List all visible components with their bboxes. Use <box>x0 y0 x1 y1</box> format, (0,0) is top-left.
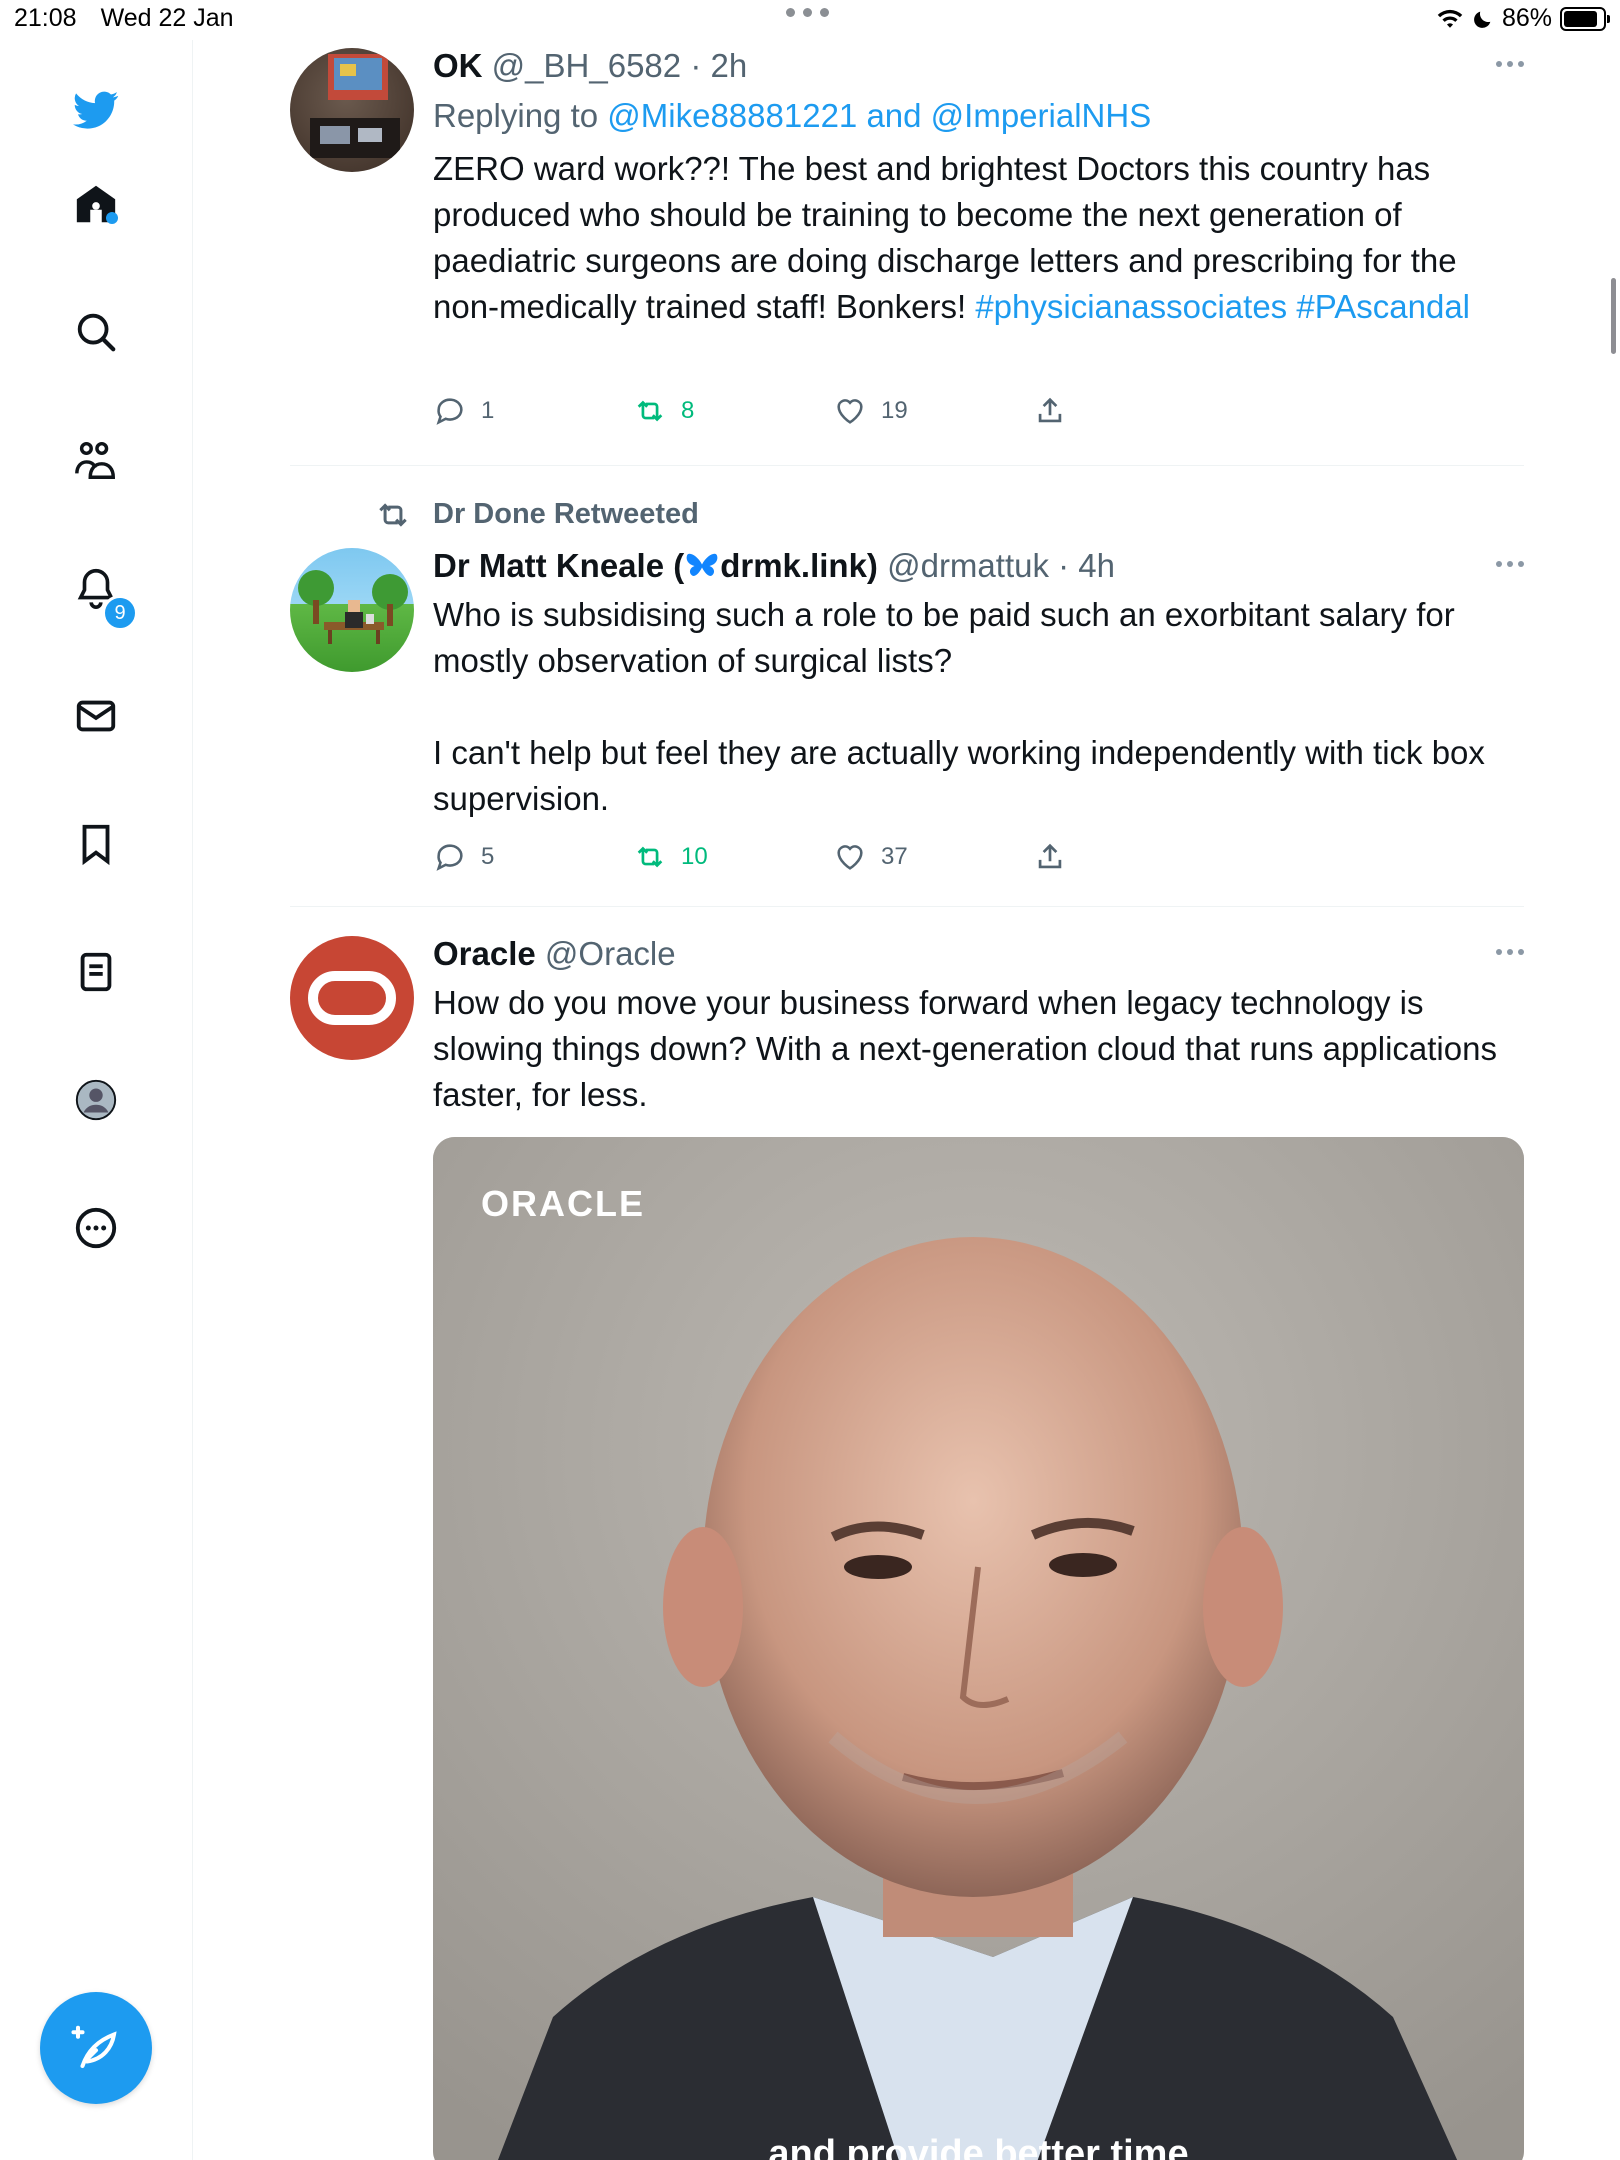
retweet-button[interactable]: 8 <box>633 394 694 428</box>
tweet-actions: 1 8 19 <box>433 394 1133 434</box>
tweet-ok[interactable]: OK @_BH_6582 · 2h Replying to @Mike88881… <box>290 44 1524 444</box>
tweet-text: How do you move your business forward wh… <box>433 984 1497 1113</box>
video-caption: and provide better time <box>768 2133 1189 2160</box>
share-button[interactable] <box>1033 394 1067 428</box>
tweet-more-icon[interactable] <box>1484 554 1524 574</box>
tweet-text: ZERO ward work??! The best and brightest… <box>433 146 1524 330</box>
hashtag-link[interactable]: #PAscandal <box>1296 288 1470 325</box>
tweet-divider <box>290 465 1524 466</box>
reply-icon <box>436 844 463 871</box>
video-oracle-logo: ORACLE <box>481 1183 645 1224</box>
retweet-icon <box>637 400 663 422</box>
like-button[interactable]: 37 <box>833 840 908 874</box>
reply-button[interactable]: 1 <box>433 394 494 428</box>
status-bar: 21:08 Wed 22 Jan 86% <box>0 0 1620 40</box>
notification-badge: 9 <box>102 595 138 631</box>
replying-to-line: Replying to @Mike88881221 and @ImperialN… <box>433 94 1524 138</box>
tweet-actions: 5 10 37 <box>433 840 1133 880</box>
messages-envelope-icon[interactable] <box>70 690 122 742</box>
heart-icon <box>837 399 863 424</box>
sidebar: 9 <box>0 40 193 2160</box>
heart-icon <box>837 845 863 870</box>
retweet-icon <box>637 846 663 868</box>
compose-tweet-button[interactable] <box>40 1992 152 2104</box>
share-icon <box>1038 397 1062 423</box>
tweet-video[interactable]: ORACLE and provide better time <box>433 1137 1524 2160</box>
retweeted-by-label[interactable]: Dr Done Retweeted <box>433 494 699 534</box>
replying-to-prefix: Replying to <box>433 97 599 134</box>
battery-icon <box>1560 6 1610 31</box>
battery-percent: 86% <box>1501 4 1552 32</box>
tweet-author-handle[interactable]: @_BH_6582 <box>492 47 681 84</box>
share-button[interactable] <box>1033 840 1067 874</box>
tweet-author-handle[interactable]: @Oracle <box>545 935 676 972</box>
tweet-more-icon[interactable] <box>1484 54 1524 74</box>
wifi-icon <box>1437 9 1463 28</box>
tweet-author-name[interactable]: Dr Matt Kneale (drmk.link) <box>433 547 878 584</box>
more-options-icon[interactable] <box>70 1202 122 1254</box>
butterfly-icon <box>686 553 718 576</box>
status-time: 21:08 <box>14 4 77 32</box>
scroll-indicator[interactable] <box>1611 278 1616 354</box>
twitter-logo-icon[interactable] <box>70 84 122 136</box>
like-button[interactable]: 19 <box>833 394 908 428</box>
avatar[interactable] <box>290 48 414 172</box>
compose-feather-icon <box>71 2025 117 2069</box>
status-date: Wed 22 Jan <box>100 4 234 32</box>
lists-icon[interactable] <box>70 946 122 998</box>
tweet-author-name[interactable]: OK <box>433 47 483 84</box>
bookmark-icon[interactable] <box>70 818 122 870</box>
tweet-time[interactable]: · 4h <box>1058 547 1115 584</box>
like-count: 37 <box>881 843 908 870</box>
tweet-author-name[interactable]: Oracle <box>433 935 536 972</box>
share-icon <box>1038 843 1062 869</box>
retweeted-icon <box>379 503 407 527</box>
hashtag-link[interactable]: #physicianassociates <box>975 288 1287 325</box>
tweet-more-icon[interactable] <box>1484 942 1524 962</box>
search-icon[interactable] <box>70 306 122 358</box>
reply-button[interactable]: 5 <box>433 840 494 874</box>
oracle-logo-icon <box>308 971 396 1025</box>
reply-count: 5 <box>481 843 495 870</box>
avatar[interactable] <box>290 936 414 1060</box>
tweet-paragraph: Who is subsidising such a role to be pai… <box>433 596 1455 679</box>
retweet-button[interactable]: 10 <box>633 840 708 874</box>
communities-icon[interactable] <box>70 434 122 486</box>
moon-icon <box>1474 11 1491 28</box>
replying-to-users[interactable]: @Mike88881221 and @ImperialNHS <box>607 97 1151 134</box>
tweet-drmattuk[interactable]: Dr Done Retweeted Dr Matt Kneale (drmk.l… <box>290 494 1524 894</box>
like-count: 19 <box>881 397 908 424</box>
profile-avatar-icon[interactable] <box>70 1074 122 1126</box>
tweet-author-handle[interactable]: @drmattuk <box>887 547 1049 584</box>
home-unread-dot <box>106 212 118 224</box>
tweet-text: Who is subsidising such a role to be pai… <box>433 592 1524 822</box>
reply-count: 1 <box>481 397 495 424</box>
video-frame <box>433 1137 1524 2160</box>
tweet-divider <box>290 906 1524 907</box>
avatar[interactable] <box>290 548 414 672</box>
multitask-dots-icon[interactable] <box>786 8 829 17</box>
tweet-time[interactable]: · 2h <box>690 47 747 84</box>
reply-icon <box>436 398 463 425</box>
tweet-oracle[interactable]: Oracle @Oracle How do you move your busi… <box>290 932 1524 2160</box>
retweet-count: 8 <box>681 397 695 424</box>
retweet-count: 10 <box>681 843 708 870</box>
tweet-paragraph: I can't help but feel they are actually … <box>433 734 1485 817</box>
